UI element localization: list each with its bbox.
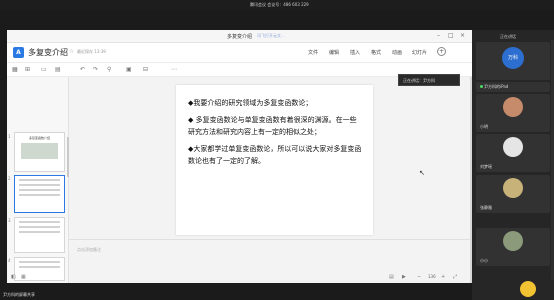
slide-paragraph-3[interactable]: ◆大家都学过单复变函数论，所以可以说大家对多复变函数论也有了一定的了解。 [188,143,363,167]
close-icon[interactable]: × [460,32,465,39]
participant-tile-5[interactable]: 张静雅 [476,175,550,213]
participant-name: 张静雅 [480,205,492,210]
avatar [503,97,523,117]
menu-file[interactable]: 文件 [308,49,318,56]
window-document-name: 多复变介绍 [227,34,253,40]
slide-thumbnail-2[interactable] [14,175,65,213]
participant-name: 小明 [480,124,488,129]
save-status: 最近保存 13:39 [77,49,106,54]
document-title[interactable]: 多复变介绍 [28,47,68,58]
minimize-icon[interactable]: – [437,32,440,39]
thumbnail-title: 多复变函数介绍 [28,136,50,140]
thumbnail-text-line [19,189,60,191]
slide-paragraph-1[interactable]: ◆我要介绍的研究领域为多复变函数论； [188,97,363,109]
participant-tile-2[interactable]: 尹方科的iPad [476,82,550,92]
thumbnail-image [21,143,58,159]
avatar [503,178,523,198]
participant-tile-3[interactable]: 小明 [476,94,550,132]
participant-tile-6[interactable]: 小小 [476,228,550,266]
thumbnail-number: 3 [8,218,11,223]
format-painter-icon[interactable]: ⚲ [107,66,111,73]
slide-thumbnail-3[interactable] [14,217,65,253]
thumbnail-text-line [19,226,60,228]
grid-view-icon[interactable]: ▦ [21,274,26,280]
thumbnail-text-line [19,231,60,233]
play-icon[interactable]: ▶ [402,274,406,280]
participant-tile-4[interactable]: 刘梦瑶 [476,134,550,172]
participant-name: 小小 [480,258,488,263]
menu-format[interactable]: 格式 [371,49,381,56]
thumbnail-number: 1 [8,134,11,139]
add-icon[interactable]: + [437,47,446,56]
participant-name: 刘梦瑶 [480,164,492,169]
meeting-id-text: 腾讯会议 会议号：486 603 229 [250,2,309,7]
menu-edit[interactable]: 编辑 [329,49,339,56]
mic-active-icon [480,85,483,88]
zoom-in-icon[interactable]: + [441,274,445,280]
thumbnail-number: 4 [8,258,11,263]
redo-icon[interactable]: ↷ [93,66,98,73]
thumbnail-text-line [19,184,60,186]
menu-slides[interactable]: 幻灯片 [412,49,427,56]
avatar [503,231,523,251]
shape-icon[interactable]: ▣ [126,66,132,73]
fit-screen-icon[interactable]: ⤢ [453,274,457,280]
thumbnail-text-line [19,194,60,196]
sidebar-toggle-icon[interactable]: ◧ [11,274,16,280]
thumbnail-number: 2 [8,176,11,181]
zoom-out-icon[interactable]: − [417,274,421,280]
app-logo-icon: A [13,47,24,58]
screen-share-status: 尹方科的屏幕共享 [3,292,35,297]
speaking-tooltip: 正在讲话：尹方科 [398,74,460,86]
undo-icon[interactable]: ↶ [80,66,85,73]
document-header: A 多复变介绍 ☆ 最近保存 13:39 文件 编辑 插入 格式 动画 幻灯片 … [7,43,472,63]
slide-thumbnail-panel: 多复变函数介绍 1 2 3 4 [7,77,69,283]
notes-placeholder[interactable]: 点击添加备注 [77,247,101,253]
new-slide-icon[interactable]: ⊞ [25,66,30,73]
notes-divider [69,239,472,240]
slide-layout-icon[interactable]: ▦ [12,66,18,73]
menu-insert[interactable]: 插入 [350,49,360,56]
slide-paragraph-2[interactable]: ◆ 多复变函数论与单复变函数有着很深的渊源。在一些研究方法和研究内容上有一定的相… [188,114,363,138]
mouse-cursor-icon: ↖ [419,169,425,177]
table-icon[interactable]: ⊟ [143,66,148,73]
thumbnail-text-line [19,221,60,223]
thumbnail-text-line [19,179,60,181]
zoom-level: 136 [428,274,436,279]
star-icon[interactable]: ☆ [69,48,74,55]
avatar: 万科 [502,47,524,69]
presentation-window: 多复变介绍 讯飞打开云文... – □ × A 多复变介绍 ☆ 最近保存 13:… [7,30,472,283]
maximize-icon[interactable]: □ [448,32,454,39]
participant-tile-1[interactable]: 万科 [476,42,550,80]
avatar [503,137,523,157]
more-icon[interactable]: ⋯ [171,66,177,73]
slide-canvas: ◆我要介绍的研究领域为多复变函数论； ◆ 多复变函数论与单复变函数有着很深的渊源… [69,77,472,283]
participants-header: 正在讲话 [500,34,516,39]
window-titlebar: 多复变介绍 讯飞打开云文... – □ × [7,30,472,43]
notes-icon[interactable]: ▤ [389,274,394,280]
thumbnail-text-line [19,261,60,263]
thumbnail-text-line [19,266,60,268]
emoji-avatar-icon [520,281,536,297]
slide-thumbnail-1[interactable]: 多复变函数介绍 [14,132,65,172]
participant-name: 尹方科的iPad [480,84,508,90]
avatar-label: 万科 [507,55,518,61]
meeting-top-bar: 腾讯会议 会议号：486 603 229 [0,0,554,10]
window-status: 讯飞打开云文... [257,33,285,38]
grid-icon[interactable]: ▤ [55,66,61,73]
view-icon[interactable]: ▭ [41,66,47,73]
menu-animation[interactable]: 动画 [392,49,402,56]
current-slide[interactable]: ◆我要介绍的研究领域为多复变函数论； ◆ 多复变函数论与单复变函数有着很深的渊源… [176,85,373,235]
